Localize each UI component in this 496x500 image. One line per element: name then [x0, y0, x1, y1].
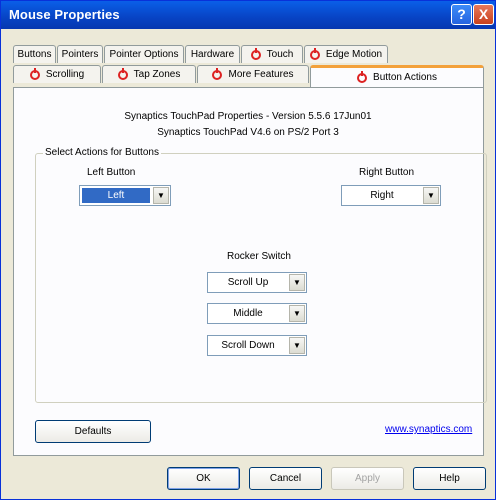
- window-title: Mouse Properties: [9, 7, 120, 22]
- tab-hardware[interactable]: Hardware: [185, 45, 240, 63]
- select-value: Right: [370, 190, 394, 201]
- help-button[interactable]: Help: [413, 467, 486, 490]
- device-line: Synaptics TouchPad V4.6 on PS/2 Port 3: [157, 127, 339, 138]
- tab-label: Pointers: [61, 49, 99, 60]
- tab-edge-motion[interactable]: Edge Motion: [304, 45, 388, 63]
- synaptics-link[interactable]: www.synaptics.com: [385, 424, 472, 435]
- synaptics-logo-icon: [212, 67, 223, 80]
- defaults-button[interactable]: Defaults: [35, 420, 151, 443]
- cancel-button[interactable]: Cancel: [249, 467, 322, 490]
- left-button-label: Left Button: [87, 167, 136, 178]
- close-icon[interactable]: X: [473, 4, 494, 25]
- tab-more-features[interactable]: More Features: [197, 65, 309, 83]
- version-line: Synaptics TouchPad Properties - Version …: [124, 111, 372, 122]
- synaptics-logo-icon: [117, 67, 128, 80]
- rocker-middle-select[interactable]: Middle ▼: [207, 303, 307, 324]
- tab-button-actions[interactable]: Button Actions: [310, 65, 484, 87]
- chevron-down-icon[interactable]: ▼: [289, 305, 305, 322]
- rocker-down-select[interactable]: Scroll Down ▼: [207, 335, 307, 356]
- left-button-select[interactable]: Left ▼: [79, 185, 171, 206]
- chevron-down-icon[interactable]: ▼: [289, 274, 305, 291]
- select-value: Scroll Up: [227, 277, 269, 288]
- tab-label: More Features: [228, 69, 294, 80]
- tab-label: Touch: [266, 49, 294, 60]
- chevron-down-icon[interactable]: ▼: [423, 187, 439, 204]
- tab-label: Scrolling: [45, 69, 85, 80]
- tab-label: Edge Motion: [325, 49, 383, 60]
- tab-label: Buttons: [17, 49, 52, 60]
- ok-button[interactable]: OK: [167, 467, 240, 490]
- tab-buttons[interactable]: Buttons: [13, 45, 56, 63]
- tab-tap-zones[interactable]: Tap Zones: [102, 65, 196, 83]
- tab-label: Tap Zones: [133, 69, 181, 80]
- group-label: Select Actions for Buttons: [43, 147, 161, 158]
- mouse-properties-window: Mouse Properties ? X Buttons Pointers Po…: [0, 0, 496, 500]
- tab-touch[interactable]: Touch: [241, 45, 303, 63]
- tab-pointer-options[interactable]: Pointer Options: [104, 45, 184, 63]
- synaptics-logo-icon: [29, 67, 40, 80]
- synaptics-logo-icon: [357, 70, 368, 83]
- rocker-up-select[interactable]: Scroll Up ▼: [207, 272, 307, 293]
- chevron-down-icon[interactable]: ▼: [289, 337, 305, 354]
- title-bar[interactable]: Mouse Properties ? X: [1, 1, 495, 29]
- apply-button[interactable]: Apply: [331, 467, 404, 490]
- chevron-down-icon[interactable]: ▼: [153, 187, 169, 204]
- tab-label: Button Actions: [373, 72, 437, 83]
- tab-scrolling[interactable]: Scrolling: [13, 65, 101, 83]
- help-icon[interactable]: ?: [451, 4, 472, 25]
- synaptics-logo-icon: [250, 47, 261, 60]
- right-button-label: Right Button: [359, 167, 415, 178]
- tab-pointers[interactable]: Pointers: [57, 45, 103, 63]
- tab-label: Hardware: [190, 49, 235, 60]
- right-button-select[interactable]: Right ▼: [341, 185, 441, 206]
- select-value: Scroll Down: [221, 340, 275, 351]
- select-value: Left: [82, 188, 150, 203]
- synaptics-logo-icon: [309, 47, 320, 60]
- select-value: Middle: [233, 308, 263, 319]
- tab-label: Pointer Options: [109, 49, 179, 60]
- rocker-switch-label: Rocker Switch: [227, 251, 291, 262]
